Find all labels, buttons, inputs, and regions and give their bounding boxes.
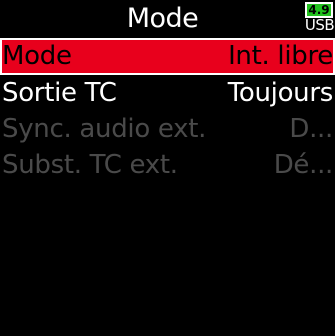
menu-item-value: Dé... (273, 150, 334, 180)
menu-item-label: Mode (2, 41, 72, 71)
battery-indicator: 4.9 USB (303, 2, 335, 34)
menu-item-label: Subst. TC ext. (2, 150, 178, 180)
menu-item-ext-audio-sync: Sync. audio ext. D... (0, 111, 335, 147)
device-screen: Mode 4.9 USB Mode Int. libre Sortie TC T… (0, 0, 335, 336)
menu-item-value: Int. libre (228, 41, 333, 71)
menu-item-ext-tc-substitute: Subst. TC ext. Dé... (0, 147, 335, 183)
power-source-label: USB (304, 16, 335, 34)
menu-item-value: D... (289, 114, 333, 144)
settings-menu: Mode Int. libre Sortie TC Toujours Sync.… (0, 38, 335, 183)
header-bar: Mode 4.9 USB (0, 0, 335, 36)
page-title: Mode (126, 3, 199, 34)
menu-item-label: Sync. audio ext. (2, 114, 207, 144)
menu-item-mode[interactable]: Mode Int. libre (0, 38, 335, 75)
menu-item-label: Sortie TC (2, 78, 117, 108)
battery-level: 4.9 (308, 3, 330, 17)
menu-item-value: Toujours (227, 78, 334, 108)
menu-item-tc-output[interactable]: Sortie TC Toujours (0, 75, 335, 111)
